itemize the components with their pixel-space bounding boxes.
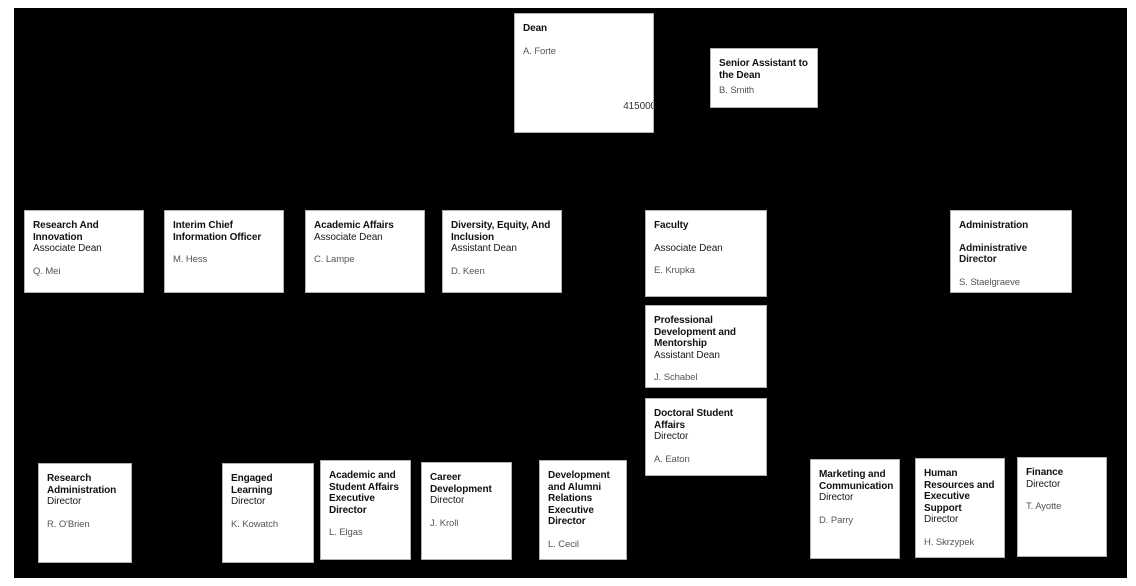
org-node-dean[interactable]: Dean A. Forte 415000 — [514, 13, 654, 133]
org-node-person: M. Hess — [173, 254, 208, 265]
org-node-role: Director — [924, 514, 959, 525]
org-node-role: Director — [231, 496, 266, 507]
org-node-person: T. Ayotte — [1026, 501, 1062, 512]
org-node-faculty[interactable]: Faculty Associate Dean E. Krupka — [645, 210, 767, 297]
org-node-unit: Finance — [1026, 467, 1064, 478]
org-node-academic-affairs[interactable]: Academic Affairs Associate Dean C. Lampe — [305, 210, 425, 293]
org-node-unit: Development and Alumni Relations Executi… — [548, 470, 610, 527]
org-node-doctoral-student-affairs[interactable]: Doctoral Student Affairs Director A. Eaton — [645, 398, 767, 476]
org-node-person: R. O'Brien — [47, 518, 90, 530]
org-node-unit: Research And Innovation — [33, 220, 99, 243]
org-node-administration[interactable]: Administration Administrative Director S. … — [950, 210, 1072, 293]
org-chart-screen: Dean A. Forte 415000 Senior Assistant to th… — [0, 0, 1136, 586]
org-node-role: Director — [430, 495, 465, 506]
org-node-role: Director — [47, 496, 82, 507]
org-node-unit: Administration — [959, 220, 1029, 231]
org-node-diversity-equity-and-inclusion[interactable]: Diversity, Equity, And Inclusion Assistan… — [442, 210, 562, 293]
org-node-role: Director — [1026, 478, 1061, 490]
org-node-role: Director — [654, 431, 689, 442]
org-node-role: Assistant Dean — [451, 243, 517, 254]
org-node-person: A. Forte — [523, 45, 556, 57]
org-node-role: Assistant Dean — [654, 349, 720, 361]
org-node-senior-assistant-to-the-dean[interactable]: Senior Assistant to the Dean B. Smith — [710, 48, 818, 108]
org-node-person: A. Eaton — [654, 453, 690, 465]
org-node-research-administration[interactable]: Research Administration Director R. O'Brie… — [38, 463, 132, 563]
org-chart-canvas: Dean A. Forte 415000 Senior Assistant to th… — [14, 8, 1127, 578]
org-node-person: J. Kroll — [430, 517, 459, 529]
org-node-person: S. Staelgraeve — [959, 276, 1020, 288]
org-node-unit: Professional Development and Mentorship — [654, 315, 736, 349]
org-node-person: E. Krupka — [654, 265, 695, 276]
org-node-person: D. Parry — [819, 514, 854, 526]
org-node-unit: Senior Assistant to the Dean — [719, 58, 808, 81]
org-node-role: Associate Dean — [654, 242, 723, 254]
org-node-professional-development-and-mentorship[interactable]: Professional Development and Mentorship A… — [645, 305, 767, 388]
org-node-unit: Research Administration — [47, 473, 117, 496]
org-node-role: Administrative Director — [959, 242, 1028, 266]
org-node-unit: Dean — [523, 23, 548, 34]
org-node-marketing-and-communication[interactable]: Marketing and Communication Director D. Pa… — [810, 459, 900, 559]
org-node-person: Q. Mei — [33, 265, 61, 277]
org-node-person: K. Kowatch — [231, 518, 279, 530]
org-node-interim-chief-information-officer[interactable]: Interim Chief Information Officer M. Hess — [164, 210, 284, 293]
org-node-person: J. Schabel — [654, 372, 698, 383]
org-node-engaged-learning[interactable]: Engaged Learning Director K. Kowatch — [222, 463, 314, 563]
org-node-unit: Diversity, Equity, And Inclusion — [451, 220, 551, 243]
org-node-unit: Engaged Learning — [231, 473, 273, 496]
org-node-unit: Faculty — [654, 220, 689, 231]
org-node-finance[interactable]: Finance Director T. Ayotte — [1017, 457, 1107, 557]
org-node-human-resources-and-executive-support[interactable]: Human Resources and Executive Support Dir… — [915, 458, 1005, 558]
org-node-unit: Human Resources and Executive Support — [924, 468, 995, 514]
org-node-person: D. Keen — [451, 265, 485, 277]
org-node-role: Director — [819, 492, 854, 503]
org-node-person: C. Lampe — [314, 254, 355, 265]
org-node-unit: Doctoral Student Affairs — [654, 408, 733, 431]
org-node-person: L. Elgas — [329, 527, 363, 538]
org-node-person: B. Smith — [719, 85, 755, 96]
org-node-role: Associate Dean — [33, 243, 102, 254]
org-node-research-and-innovation[interactable]: Research And Innovation Associate Dean Q. … — [24, 210, 144, 293]
org-node-unit: Academic and Student Affairs Executive D… — [329, 470, 399, 516]
org-node-unit: Marketing and Communication — [819, 469, 894, 492]
org-node-amount: 415000 — [623, 101, 654, 112]
org-node-career-development[interactable]: Career Development Director J. Kroll — [421, 462, 512, 560]
org-node-role: Associate Dean — [314, 231, 383, 243]
org-node-unit: Interim Chief Information Officer — [173, 220, 262, 243]
org-node-unit: Career Development — [430, 472, 492, 495]
org-node-development-and-alumni-relations[interactable]: Development and Alumni Relations Executi… — [539, 460, 627, 560]
org-node-person: H. Skrzypek — [924, 536, 975, 548]
org-node-academic-and-student-affairs[interactable]: Academic and Student Affairs Executive D… — [320, 460, 411, 560]
org-node-person: L. Cecil — [548, 538, 579, 550]
org-node-unit: Academic Affairs — [314, 220, 394, 231]
